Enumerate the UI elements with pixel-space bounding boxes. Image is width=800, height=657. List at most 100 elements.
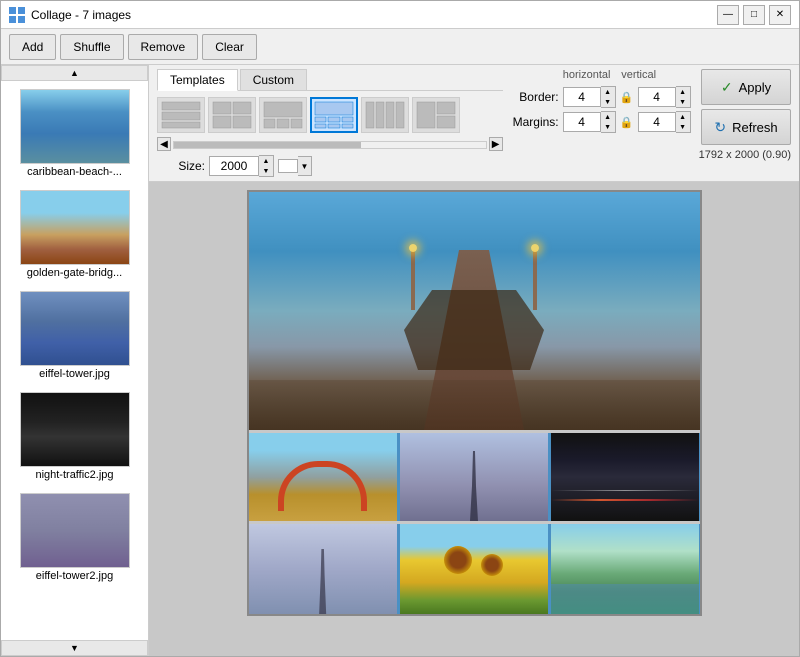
border-v-down[interactable]: ▼ (676, 97, 690, 107)
action-area: ✓ Apply ↻ Refresh 1792 x 2000 (0.90) (699, 69, 791, 161)
template-thumb-1[interactable] (157, 97, 205, 133)
collage-container (247, 190, 702, 616)
border-v-up[interactable]: ▲ (676, 87, 690, 97)
settings-section: horizontal vertical Border: ▲ ▼ 🔒 (511, 69, 691, 133)
border-h-down[interactable]: ▼ (601, 97, 615, 107)
border-lock-icon[interactable]: 🔒 (620, 90, 634, 104)
apply-label: Apply (739, 80, 772, 95)
canvas-area (149, 182, 799, 656)
close-button[interactable]: ✕ (769, 5, 791, 25)
maximize-button[interactable]: □ (743, 5, 765, 25)
controls-area: Templates Custom (149, 65, 799, 182)
margins-label: Margins: (511, 115, 559, 129)
border-h-input[interactable] (563, 87, 601, 107)
margins-v-buttons: ▲ ▼ (676, 111, 691, 133)
sidebar-item[interactable]: golden-gate-bridg... (5, 186, 144, 283)
border-v-spinbox: ▲ ▼ (638, 86, 691, 108)
size-row: Size: ▲ ▼ ▼ (157, 155, 503, 177)
scroll-left-arrow[interactable]: ◀ (157, 137, 171, 151)
template-thumb-4[interactable] (310, 97, 358, 133)
sidebar-item[interactable]: eiffel-tower2.jpg (5, 489, 144, 586)
margins-h-input[interactable] (563, 112, 601, 132)
sidebar-thumb (20, 291, 130, 366)
margins-v-input[interactable] (638, 112, 676, 132)
title-bar: Collage - 7 images — □ ✕ (1, 1, 799, 29)
sidebar: ▲ caribbean-beach-... golden-gate-bridg.… (1, 65, 149, 656)
refresh-icon: ↻ (714, 119, 726, 136)
sidebar-scroll-down[interactable]: ▼ (1, 640, 148, 656)
collage-cell-mountain (551, 524, 699, 614)
collage-cell-sunflowers (400, 524, 548, 614)
template-thumb-3[interactable] (259, 97, 307, 133)
margins-row: Margins: ▲ ▼ 🔒 ▲ (511, 111, 691, 133)
tab-custom[interactable]: Custom (240, 69, 307, 90)
sidebar-thumb (20, 190, 130, 265)
border-h-spinbox: ▲ ▼ (563, 86, 616, 108)
color-dropdown-arrow[interactable]: ▼ (298, 156, 312, 176)
margins-h-spinbox: ▲ ▼ (563, 111, 616, 133)
remove-button[interactable]: Remove (128, 34, 199, 60)
dimensions-text: 1792 x 2000 (0.90) (699, 149, 791, 161)
margins-lock-icon[interactable]: 🔒 (620, 115, 634, 129)
margins-v-up[interactable]: ▲ (676, 112, 690, 122)
checkmark-icon: ✓ (721, 79, 733, 96)
tab-bar: Templates Custom (157, 69, 503, 91)
main-window: Collage - 7 images — □ ✕ Add Shuffle Rem… (0, 0, 800, 657)
toolbar: Add Shuffle Remove Clear (1, 29, 799, 65)
horizontal-label: horizontal (563, 69, 611, 81)
size-input[interactable] (209, 156, 259, 176)
border-h-up[interactable]: ▲ (601, 87, 615, 97)
margins-v-down[interactable]: ▼ (676, 122, 690, 132)
scroll-right-arrow[interactable]: ▶ (489, 137, 503, 151)
border-v-buttons: ▲ ▼ (676, 86, 691, 108)
app-icon (9, 7, 25, 23)
margins-h-up[interactable]: ▲ (601, 112, 615, 122)
window-controls: — □ ✕ (717, 5, 791, 25)
sidebar-thumb (20, 493, 130, 568)
margins-v-spinbox: ▲ ▼ (638, 111, 691, 133)
collage-row-1 (249, 433, 700, 521)
shuffle-button[interactable]: Shuffle (60, 34, 123, 60)
sidebar-item[interactable]: eiffel-tower.jpg (5, 287, 144, 384)
refresh-button[interactable]: ↻ Refresh (701, 109, 791, 145)
sidebar-item[interactable]: caribbean-beach-... (5, 85, 144, 182)
size-spin-buttons: ▲ ▼ (259, 155, 274, 177)
collage-row-2 (249, 524, 700, 614)
settings-subheader: horizontal vertical (511, 69, 691, 81)
margins-h-buttons: ▲ ▼ (601, 111, 616, 133)
size-decrement-button[interactable]: ▼ (259, 166, 273, 176)
main-content: ▲ caribbean-beach-... golden-gate-bridg.… (1, 65, 799, 656)
collage-top-image (249, 192, 700, 430)
sidebar-list: caribbean-beach-... golden-gate-bridg...… (1, 81, 148, 640)
collage-cell-paris (249, 524, 397, 614)
collage-cell-gate (249, 433, 397, 521)
refresh-label: Refresh (732, 120, 778, 135)
border-label: Border: (511, 90, 559, 104)
color-selector: ▼ (278, 156, 312, 176)
template-thumb-5[interactable] (361, 97, 409, 133)
templates-section: Templates Custom (157, 69, 503, 177)
action-buttons: ✓ Apply ↻ Refresh (701, 69, 791, 145)
sidebar-scroll-up[interactable]: ▲ (1, 65, 148, 81)
template-scrollbar[interactable] (173, 141, 487, 149)
vertical-label: vertical (615, 69, 663, 81)
minimize-button[interactable]: — (717, 5, 739, 25)
template-grid (157, 95, 503, 135)
sidebar-label: eiffel-tower.jpg (15, 368, 135, 380)
border-v-input[interactable] (638, 87, 676, 107)
size-spinbox: ▲ ▼ (209, 155, 274, 177)
sidebar-item[interactable]: night-traffic2.jpg (5, 388, 144, 485)
sidebar-label: eiffel-tower2.jpg (15, 570, 135, 582)
size-increment-button[interactable]: ▲ (259, 156, 273, 166)
template-thumb-6[interactable] (412, 97, 460, 133)
clear-button[interactable]: Clear (202, 34, 257, 60)
tab-templates[interactable]: Templates (157, 69, 238, 91)
add-button[interactable]: Add (9, 34, 56, 60)
sidebar-label: caribbean-beach-... (15, 166, 135, 178)
apply-button[interactable]: ✓ Apply (701, 69, 791, 105)
color-swatch (278, 159, 298, 173)
margins-h-down[interactable]: ▼ (601, 122, 615, 132)
sidebar-thumb (20, 392, 130, 467)
template-scroll-row: ◀ ▶ (157, 137, 503, 151)
template-thumb-2[interactable] (208, 97, 256, 133)
